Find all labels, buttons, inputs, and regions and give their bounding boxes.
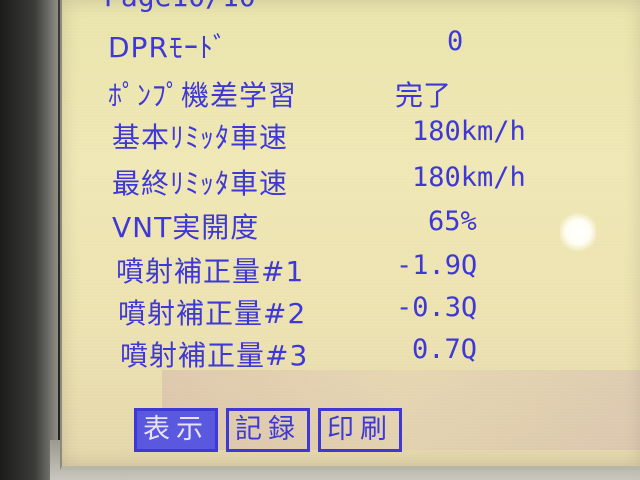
row-final-limiter-speed: 最終ﾘﾐｯﾀ車速 180km/h <box>62 162 640 202</box>
lcd-screen: Page10/10 DPRﾓｰﾄﾞ 0 ﾎﾟﾝﾌﾟ機差学習 完了 基本ﾘﾐｯﾀ車… <box>60 0 640 470</box>
row-value: 0.7Q <box>412 334 478 365</box>
row-label: VNT実開度 <box>112 211 260 244</box>
row-label: ﾎﾟﾝﾌﾟ機差学習 <box>108 79 298 112</box>
row-basic-limiter-speed: 基本ﾘﾐｯﾀ車速 180km/h <box>62 116 640 156</box>
row-injection-correction-1: 噴射補正量#1 -1.9Q <box>62 250 640 290</box>
row-label: 最終ﾘﾐｯﾀ車速 <box>112 167 289 200</box>
function-buttons: 表示 記録 印刷 <box>134 408 402 452</box>
row-label: DPRﾓｰﾄﾞ <box>108 31 228 64</box>
row-pump-learning: ﾎﾟﾝﾌﾟ機差学習 完了 <box>62 74 640 114</box>
row-label: 噴射補正量#1 <box>116 255 305 288</box>
device-bezel-left <box>0 0 58 480</box>
row-value: 完了 <box>395 79 452 112</box>
row-label: 噴射補正量#3 <box>120 339 309 372</box>
row-vnt-opening: VNT実開度 65% <box>62 206 640 246</box>
row-value: -0.3Q <box>396 292 478 323</box>
row-value: 65% <box>428 206 477 237</box>
row-value: 0 <box>447 26 464 57</box>
row-dpr-mode: DPRﾓｰﾄﾞ 0 <box>62 26 640 66</box>
page-indicator: Page10/10 <box>104 0 256 13</box>
display-button[interactable]: 表示 <box>134 408 218 452</box>
row-injection-correction-2: 噴射補正量#2 -0.3Q <box>62 292 640 332</box>
row-label: 噴射補正量#2 <box>118 297 307 330</box>
row-label: 基本ﾘﾐｯﾀ車速 <box>112 121 289 154</box>
row-value: -1.9Q <box>396 250 478 281</box>
row-injection-correction-3: 噴射補正量#3 0.7Q <box>62 334 640 374</box>
row-value: 180km/h <box>412 116 526 147</box>
light-glare <box>560 212 596 252</box>
print-button[interactable]: 印刷 <box>318 408 402 452</box>
row-value: 180km/h <box>412 162 526 193</box>
record-button[interactable]: 記録 <box>226 408 310 452</box>
